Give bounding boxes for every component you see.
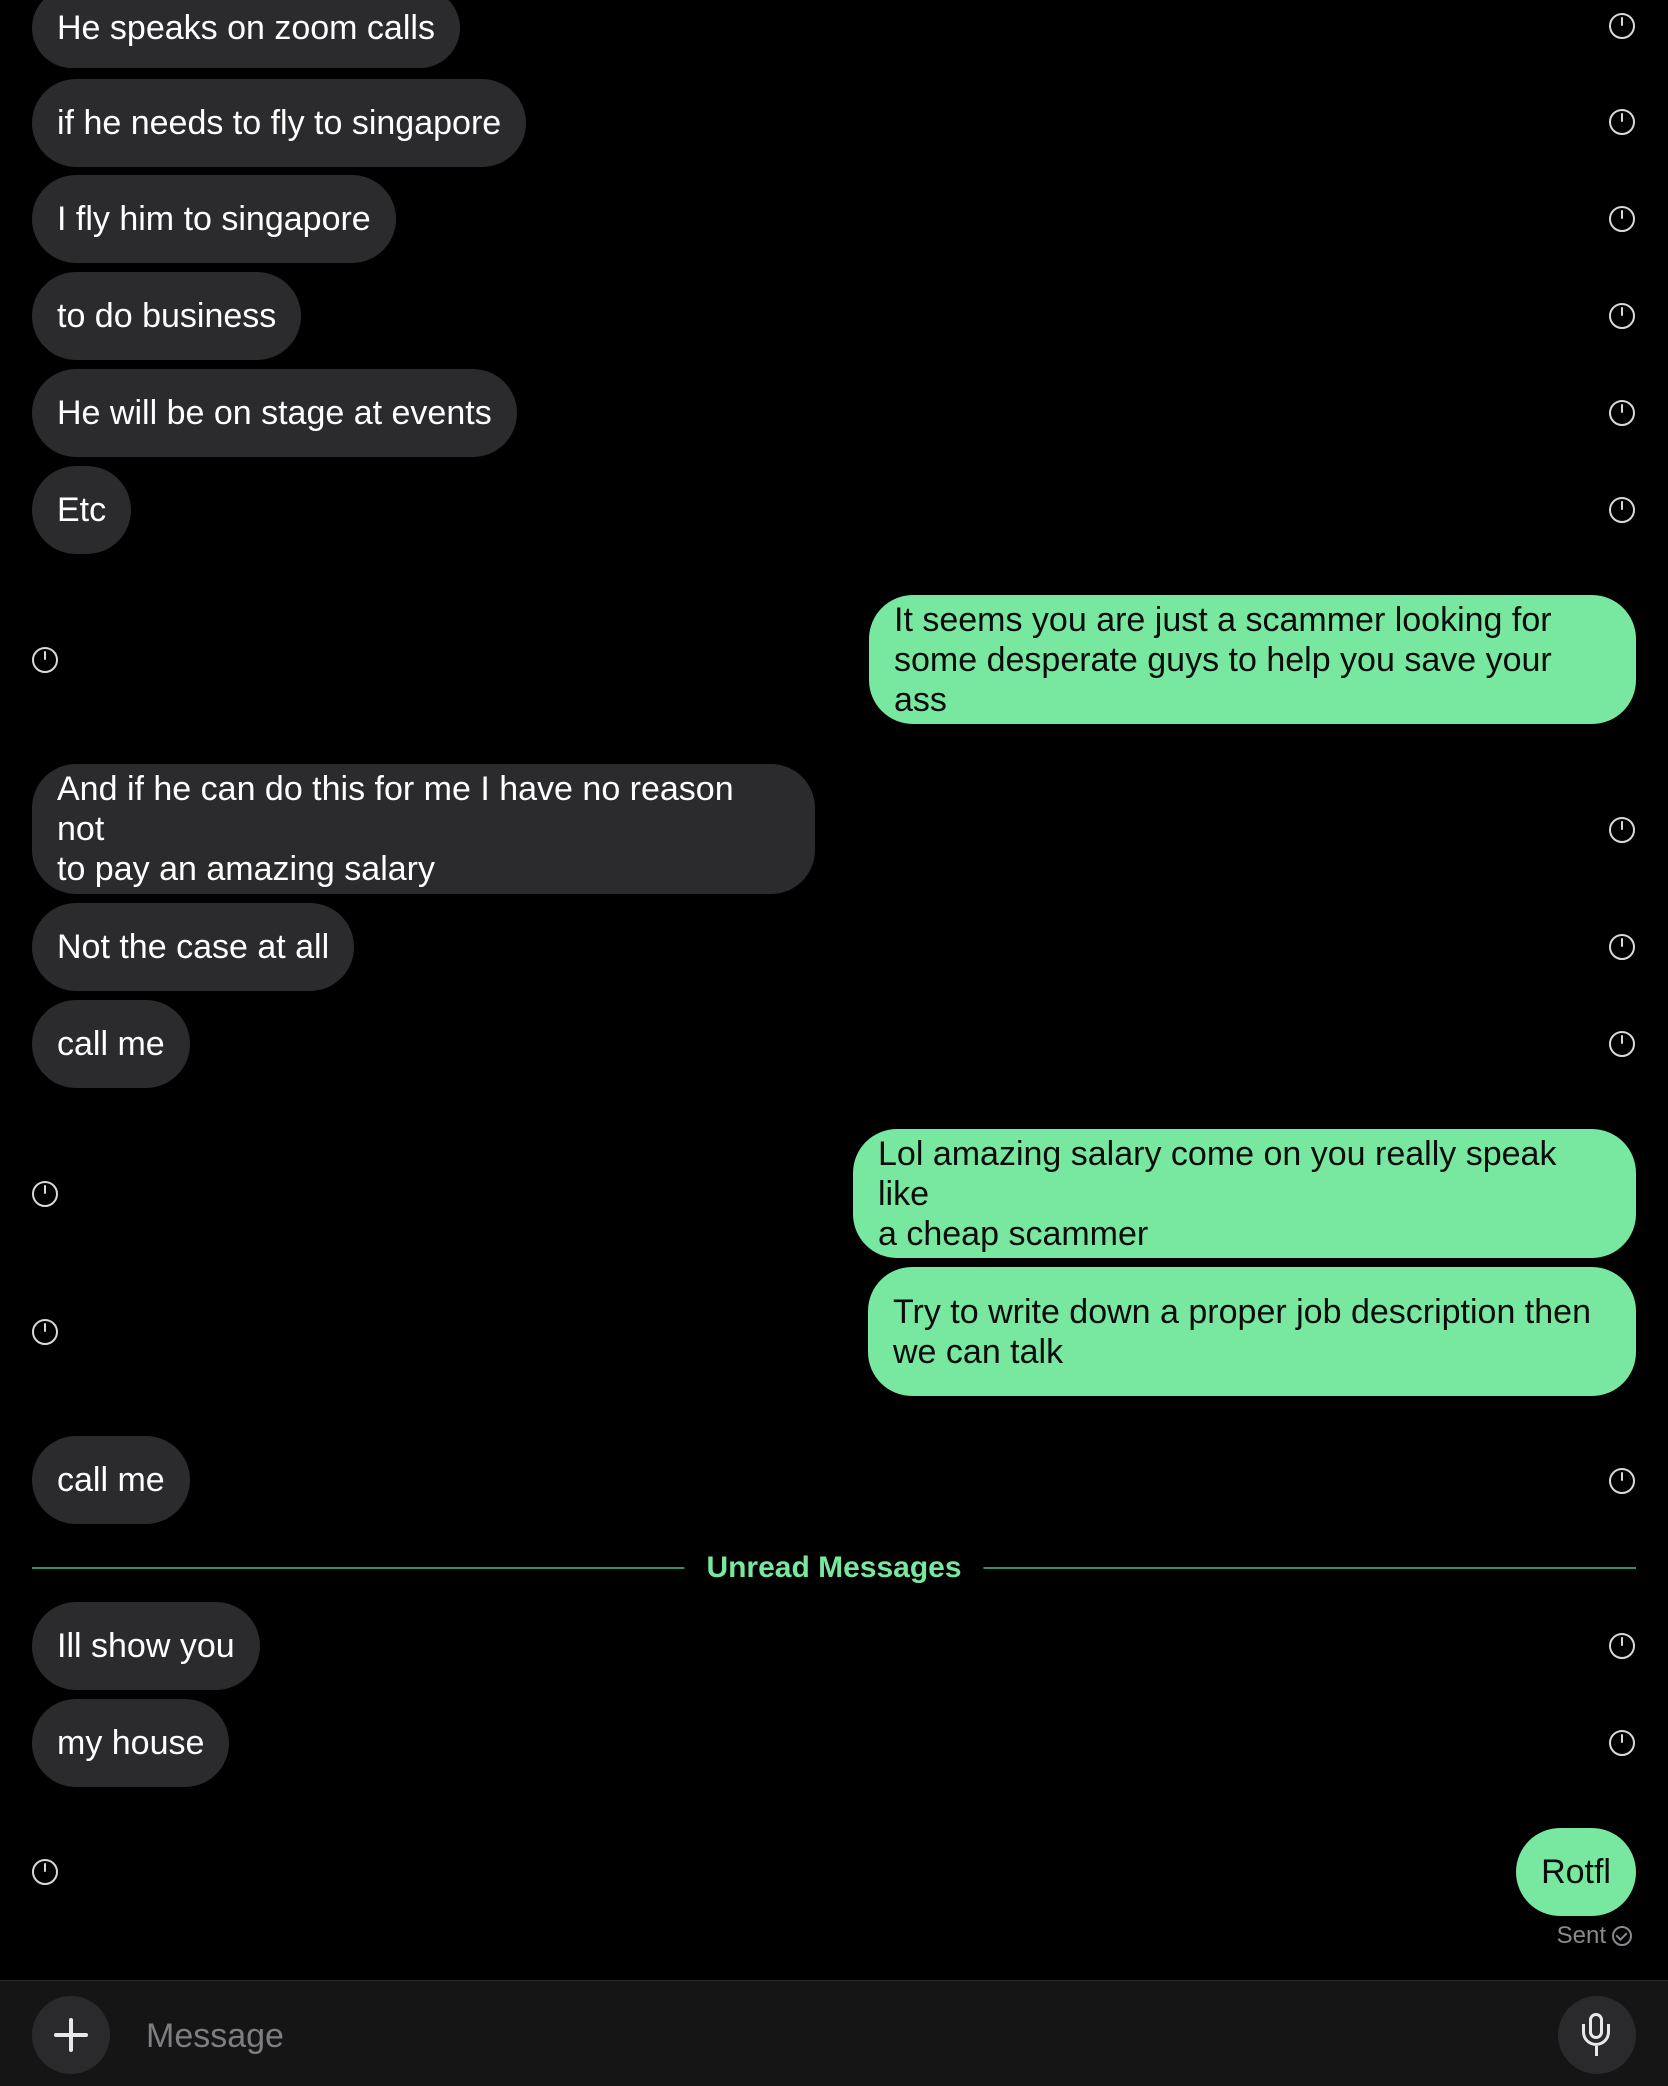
incoming-message-bubble[interactable]: call me bbox=[32, 1436, 190, 1524]
outgoing-message-bubble[interactable]: It seems you are just a scammer looking … bbox=[869, 595, 1636, 724]
check-circle-icon bbox=[1612, 1926, 1632, 1946]
delivery-status: Sent bbox=[1557, 1922, 1632, 1950]
conversation-view[interactable]: He speaks on zoom calls if he needs to f… bbox=[0, 0, 1668, 1980]
incoming-message-bubble[interactable]: He speaks on zoom calls bbox=[32, 0, 460, 68]
incoming-message-bubble[interactable]: And if he can do this for me I have no r… bbox=[32, 764, 815, 894]
incoming-message-bubble[interactable]: Ill show you bbox=[32, 1602, 260, 1690]
timer-icon bbox=[1609, 1633, 1635, 1659]
timer-icon bbox=[1609, 303, 1635, 329]
timer-icon bbox=[32, 1319, 58, 1345]
incoming-message-bubble[interactable]: if he needs to fly to singapore bbox=[32, 79, 527, 167]
delivery-status-label: Sent bbox=[1556, 1922, 1606, 1949]
timer-icon bbox=[1609, 400, 1635, 426]
timer-icon bbox=[1609, 1468, 1635, 1494]
timer-icon bbox=[32, 1181, 58, 1207]
timer-icon bbox=[32, 647, 58, 673]
timer-icon bbox=[1609, 1031, 1635, 1057]
timer-icon bbox=[1609, 1730, 1635, 1756]
timer-icon bbox=[1609, 206, 1635, 232]
message-composer bbox=[0, 1980, 1668, 2086]
incoming-message-bubble[interactable]: my house bbox=[32, 1699, 230, 1787]
incoming-message-bubble[interactable]: to do business bbox=[32, 272, 302, 360]
microphone-icon-arc bbox=[1582, 2024, 1610, 2046]
timer-icon bbox=[1609, 13, 1635, 39]
timer-icon bbox=[1609, 817, 1635, 843]
timer-icon bbox=[1609, 934, 1635, 960]
microphone-icon-stem bbox=[1595, 2046, 1598, 2056]
timer-icon bbox=[1609, 109, 1635, 135]
message-input[interactable] bbox=[146, 2011, 1526, 2061]
outgoing-message-bubble[interactable]: Lol amazing salary come on you really sp… bbox=[853, 1129, 1636, 1258]
unread-divider-label: Unread Messages bbox=[684, 1550, 984, 1586]
outgoing-message-bubble[interactable]: Try to write down a proper job descripti… bbox=[868, 1267, 1636, 1396]
incoming-message-bubble[interactable]: I fly him to singapore bbox=[32, 175, 396, 263]
incoming-message-bubble[interactable]: He will be on stage at events bbox=[32, 369, 517, 457]
timer-icon bbox=[1609, 497, 1635, 523]
incoming-message-bubble[interactable]: Not the case at all bbox=[32, 903, 355, 991]
voice-message-button[interactable] bbox=[1558, 1996, 1636, 2074]
incoming-message-bubble[interactable]: Etc bbox=[32, 466, 132, 554]
incoming-message-bubble[interactable]: call me bbox=[32, 1000, 190, 1088]
attach-button[interactable] bbox=[32, 1996, 110, 2074]
timer-icon bbox=[32, 1859, 58, 1885]
outgoing-message-bubble[interactable]: Rotfl bbox=[1516, 1828, 1636, 1916]
